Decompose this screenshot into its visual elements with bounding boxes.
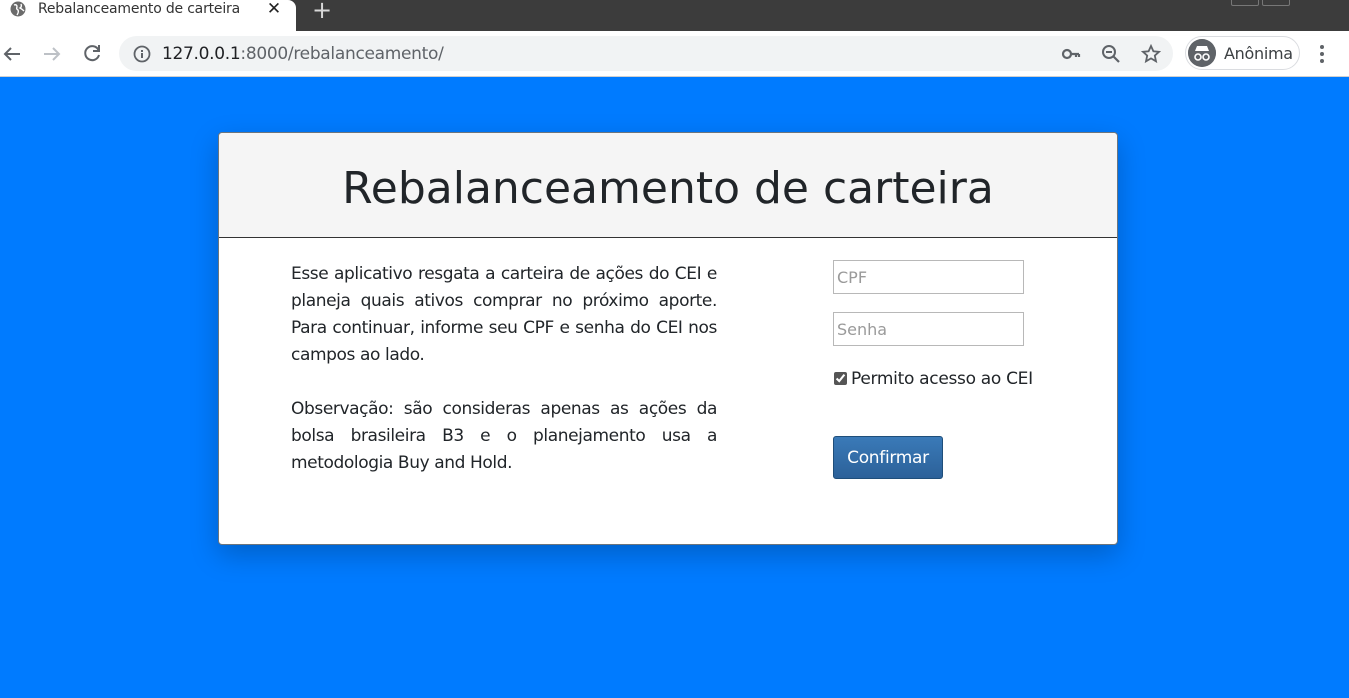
back-icon[interactable] [0,42,24,66]
info-icon[interactable] [133,45,151,63]
tab-close-icon[interactable]: ✕ [265,0,283,18]
confirm-button[interactable]: Confirmar [833,436,943,479]
url-host: 127.0.0.1 [162,44,241,64]
menu-icon[interactable] [1314,43,1330,65]
address-bar[interactable]: 127.0.0.1:8000/rebalanceamento/ [119,36,1173,71]
zoom-out-icon[interactable] [1101,44,1121,64]
url-text[interactable]: 127.0.0.1:8000/rebalanceamento/ [162,44,444,64]
new-tab-button[interactable]: + [312,0,332,22]
cpf-input[interactable] [833,260,1024,294]
tab-strip: Rebalanceamento de carteira ✕ + [0,0,1349,31]
observation-paragraph: Observação: são consideras apenas as açõ… [291,399,717,473]
star-icon[interactable] [1141,44,1161,64]
url-path: :8000/rebalanceamento/ [240,44,444,64]
key-icon[interactable] [1061,44,1081,64]
globe-icon [10,1,26,17]
reload-icon[interactable] [80,42,104,66]
rebalance-card: Rebalanceamento de carteira Esse aplicat… [218,132,1118,545]
consent-text: Permito acesso ao CEI [851,369,1033,389]
minimize-icon[interactable] [1231,0,1259,6]
incognito-icon [1188,39,1216,67]
profile-label: Anônima [1224,44,1293,63]
description-paragraph: Esse aplicativo resgata a carteira de aç… [291,264,717,365]
forward-icon[interactable] [40,42,64,66]
restore-icon[interactable] [1262,0,1290,6]
card-header: Rebalanceamento de carteira [219,133,1117,238]
consent-checkbox[interactable] [834,372,847,385]
browser-toolbar: 127.0.0.1:8000/rebalanceamento/ Anônima [0,31,1349,77]
profile-button[interactable]: Anônima [1185,36,1300,70]
window-close-icon[interactable] [1300,0,1328,6]
consent-checkbox-label[interactable]: Permito acesso ao CEI [833,366,1033,393]
senha-input[interactable] [833,312,1024,346]
description: Esse aplicativo resgata a carteira de aç… [291,261,717,477]
page-title: Rebalanceamento de carteira [342,163,994,214]
browser-tab[interactable]: Rebalanceamento de carteira ✕ [0,0,296,31]
tab-title: Rebalanceamento de carteira [38,1,240,17]
